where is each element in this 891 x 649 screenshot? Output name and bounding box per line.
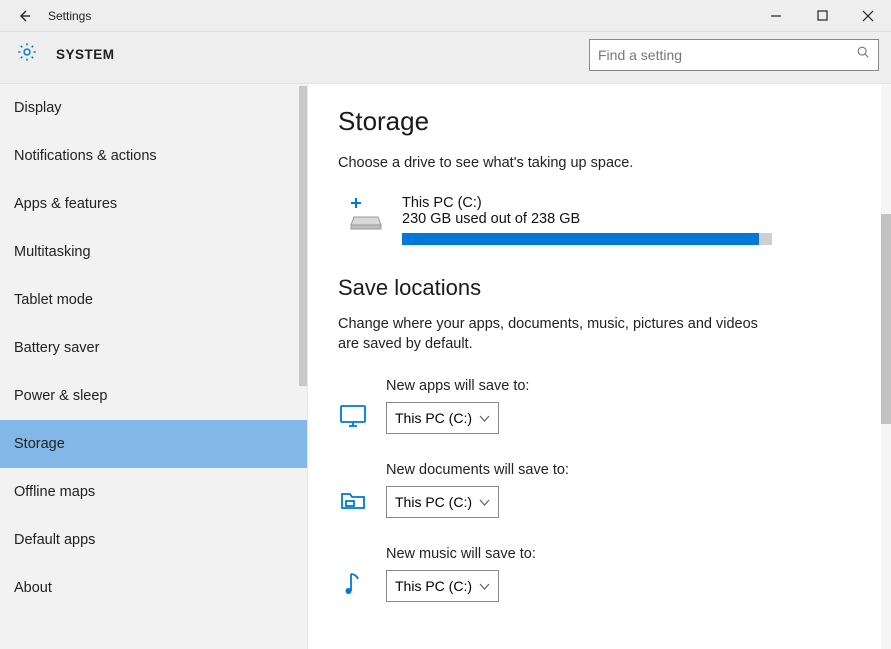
page-description: Choose a drive to see what's taking up s… xyxy=(338,155,861,171)
page-title: Storage xyxy=(338,106,861,137)
save-location-row: New apps will save to: This PC (C:) xyxy=(338,378,861,434)
content-pane: Storage Choose a drive to see what's tak… xyxy=(308,84,891,649)
close-button[interactable] xyxy=(845,0,891,32)
sidebar-item-notifications-actions[interactable]: Notifications & actions xyxy=(0,132,307,180)
sidebar-item-storage[interactable]: Storage xyxy=(0,420,307,468)
sidebar-item-apps-features[interactable]: Apps & features xyxy=(0,180,307,228)
sidebar-item-battery-saver[interactable]: Battery saver xyxy=(0,324,307,372)
drive-row[interactable]: This PC (C:) 230 GB used out of 238 GB xyxy=(338,195,861,245)
sidebar-item-power-sleep[interactable]: Power & sleep xyxy=(0,372,307,420)
sidebar-item-multitasking[interactable]: Multitasking xyxy=(0,228,307,276)
sidebar-item-tablet-mode[interactable]: Tablet mode xyxy=(0,276,307,324)
drive-usage-bar xyxy=(402,233,772,245)
header: SYSTEM xyxy=(0,32,891,84)
folder-icon xyxy=(338,486,368,514)
maximize-button[interactable] xyxy=(799,0,845,32)
dropdown-value: This PC (C:) xyxy=(395,494,472,510)
sidebar-item-about[interactable]: About xyxy=(0,564,307,612)
save-locations-description: Change where your apps, documents, music… xyxy=(338,315,768,354)
sidebar-scrollbar[interactable] xyxy=(299,86,307,386)
sidebar-item-display[interactable]: Display xyxy=(0,84,307,132)
dropdown-value: This PC (C:) xyxy=(395,578,472,594)
save-location-row: New documents will save to: This PC (C:) xyxy=(338,462,861,518)
section-label: SYSTEM xyxy=(56,47,115,62)
drive-icon xyxy=(348,195,384,231)
save-locations-heading: Save locations xyxy=(338,275,861,301)
music-icon xyxy=(338,570,368,598)
drive-name: This PC (C:) xyxy=(402,195,861,211)
minimize-button[interactable] xyxy=(753,0,799,32)
search-box[interactable] xyxy=(589,39,879,71)
search-input[interactable] xyxy=(598,47,856,63)
save-location-dropdown[interactable]: This PC (C:) xyxy=(386,486,499,518)
save-location-row: New music will save to: This PC (C:) xyxy=(338,546,861,602)
settings-gear-icon xyxy=(16,41,38,68)
chevron-down-icon xyxy=(479,410,490,426)
sidebar-item-offline-maps[interactable]: Offline maps xyxy=(0,468,307,516)
content-scrollbar-thumb[interactable] xyxy=(881,214,891,424)
sidebar-item-default-apps[interactable]: Default apps xyxy=(0,516,307,564)
back-button[interactable] xyxy=(0,0,48,32)
dropdown-value: This PC (C:) xyxy=(395,410,472,426)
chevron-down-icon xyxy=(479,494,490,510)
save-location-label: New music will save to: xyxy=(386,546,536,562)
save-location-dropdown[interactable]: This PC (C:) xyxy=(386,570,499,602)
content-scrollbar[interactable] xyxy=(881,84,891,649)
save-location-dropdown[interactable]: This PC (C:) xyxy=(386,402,499,434)
drive-usage: 230 GB used out of 238 GB xyxy=(402,211,861,227)
sidebar: DisplayNotifications & actionsApps & fea… xyxy=(0,84,308,649)
search-icon xyxy=(856,45,870,64)
window-title: Settings xyxy=(48,9,91,23)
save-location-label: New documents will save to: xyxy=(386,462,569,478)
monitor-icon xyxy=(338,402,368,430)
save-location-label: New apps will save to: xyxy=(386,378,529,394)
titlebar: Settings xyxy=(0,0,891,32)
chevron-down-icon xyxy=(479,578,490,594)
